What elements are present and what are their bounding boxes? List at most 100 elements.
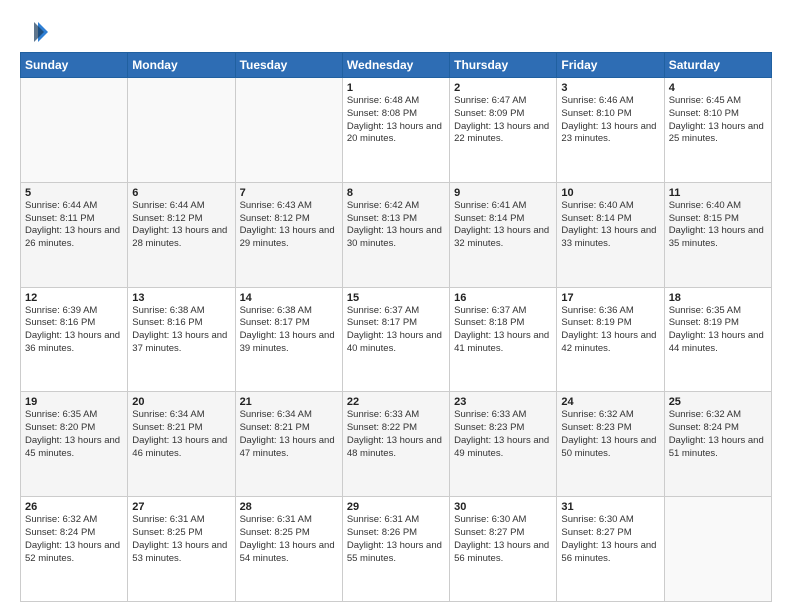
weekday-header-friday: Friday — [557, 53, 664, 78]
day-info: Sunrise: 6:31 AM Sunset: 8:26 PM Dayligh… — [347, 514, 445, 565]
calendar-cell: 29Sunrise: 6:31 AM Sunset: 8:26 PM Dayli… — [342, 497, 449, 602]
day-info: Sunrise: 6:32 AM Sunset: 8:24 PM Dayligh… — [25, 514, 123, 565]
calendar-cell: 10Sunrise: 6:40 AM Sunset: 8:14 PM Dayli… — [557, 182, 664, 287]
day-info: Sunrise: 6:40 AM Sunset: 8:15 PM Dayligh… — [669, 200, 767, 251]
day-number: 9 — [454, 187, 552, 199]
calendar-cell: 13Sunrise: 6:38 AM Sunset: 8:16 PM Dayli… — [128, 287, 235, 392]
calendar-cell: 18Sunrise: 6:35 AM Sunset: 8:19 PM Dayli… — [664, 287, 771, 392]
day-number: 22 — [347, 396, 445, 408]
calendar-cell: 14Sunrise: 6:38 AM Sunset: 8:17 PM Dayli… — [235, 287, 342, 392]
day-number: 13 — [132, 292, 230, 304]
week-row-5: 26Sunrise: 6:32 AM Sunset: 8:24 PM Dayli… — [21, 497, 772, 602]
day-number: 11 — [669, 187, 767, 199]
day-number: 24 — [561, 396, 659, 408]
calendar-cell: 31Sunrise: 6:30 AM Sunset: 8:27 PM Dayli… — [557, 497, 664, 602]
day-number: 1 — [347, 82, 445, 94]
day-number: 3 — [561, 82, 659, 94]
calendar-cell: 12Sunrise: 6:39 AM Sunset: 8:16 PM Dayli… — [21, 287, 128, 392]
calendar-cell: 8Sunrise: 6:42 AM Sunset: 8:13 PM Daylig… — [342, 182, 449, 287]
day-number: 4 — [669, 82, 767, 94]
day-info: Sunrise: 6:38 AM Sunset: 8:16 PM Dayligh… — [132, 305, 230, 356]
calendar-table: SundayMondayTuesdayWednesdayThursdayFrid… — [20, 52, 772, 602]
day-number: 23 — [454, 396, 552, 408]
day-number: 12 — [25, 292, 123, 304]
weekday-header-saturday: Saturday — [664, 53, 771, 78]
day-number: 30 — [454, 501, 552, 513]
day-number: 7 — [240, 187, 338, 199]
day-number: 16 — [454, 292, 552, 304]
day-number: 28 — [240, 501, 338, 513]
week-row-4: 19Sunrise: 6:35 AM Sunset: 8:20 PM Dayli… — [21, 392, 772, 497]
day-info: Sunrise: 6:43 AM Sunset: 8:12 PM Dayligh… — [240, 200, 338, 251]
day-info: Sunrise: 6:35 AM Sunset: 8:20 PM Dayligh… — [25, 409, 123, 460]
day-info: Sunrise: 6:41 AM Sunset: 8:14 PM Dayligh… — [454, 200, 552, 251]
day-info: Sunrise: 6:30 AM Sunset: 8:27 PM Dayligh… — [561, 514, 659, 565]
calendar-cell: 2Sunrise: 6:47 AM Sunset: 8:09 PM Daylig… — [450, 78, 557, 183]
weekday-header-sunday: Sunday — [21, 53, 128, 78]
calendar-cell: 25Sunrise: 6:32 AM Sunset: 8:24 PM Dayli… — [664, 392, 771, 497]
day-number: 29 — [347, 501, 445, 513]
day-info: Sunrise: 6:35 AM Sunset: 8:19 PM Dayligh… — [669, 305, 767, 356]
calendar-cell: 20Sunrise: 6:34 AM Sunset: 8:21 PM Dayli… — [128, 392, 235, 497]
day-info: Sunrise: 6:47 AM Sunset: 8:09 PM Dayligh… — [454, 95, 552, 146]
calendar-cell: 17Sunrise: 6:36 AM Sunset: 8:19 PM Dayli… — [557, 287, 664, 392]
day-info: Sunrise: 6:31 AM Sunset: 8:25 PM Dayligh… — [240, 514, 338, 565]
day-number: 6 — [132, 187, 230, 199]
calendar-cell: 28Sunrise: 6:31 AM Sunset: 8:25 PM Dayli… — [235, 497, 342, 602]
calendar-cell — [128, 78, 235, 183]
day-number: 18 — [669, 292, 767, 304]
day-number: 5 — [25, 187, 123, 199]
header — [20, 18, 772, 46]
day-info: Sunrise: 6:32 AM Sunset: 8:23 PM Dayligh… — [561, 409, 659, 460]
calendar-cell: 26Sunrise: 6:32 AM Sunset: 8:24 PM Dayli… — [21, 497, 128, 602]
calendar-cell: 4Sunrise: 6:45 AM Sunset: 8:10 PM Daylig… — [664, 78, 771, 183]
day-number: 31 — [561, 501, 659, 513]
calendar-cell: 6Sunrise: 6:44 AM Sunset: 8:12 PM Daylig… — [128, 182, 235, 287]
day-number: 8 — [347, 187, 445, 199]
day-number: 14 — [240, 292, 338, 304]
calendar-cell: 15Sunrise: 6:37 AM Sunset: 8:17 PM Dayli… — [342, 287, 449, 392]
calendar-cell: 19Sunrise: 6:35 AM Sunset: 8:20 PM Dayli… — [21, 392, 128, 497]
day-number: 20 — [132, 396, 230, 408]
day-info: Sunrise: 6:38 AM Sunset: 8:17 PM Dayligh… — [240, 305, 338, 356]
calendar-cell: 16Sunrise: 6:37 AM Sunset: 8:18 PM Dayli… — [450, 287, 557, 392]
weekday-header-thursday: Thursday — [450, 53, 557, 78]
day-info: Sunrise: 6:33 AM Sunset: 8:22 PM Dayligh… — [347, 409, 445, 460]
day-info: Sunrise: 6:33 AM Sunset: 8:23 PM Dayligh… — [454, 409, 552, 460]
day-info: Sunrise: 6:46 AM Sunset: 8:10 PM Dayligh… — [561, 95, 659, 146]
calendar-cell: 21Sunrise: 6:34 AM Sunset: 8:21 PM Dayli… — [235, 392, 342, 497]
day-number: 26 — [25, 501, 123, 513]
week-row-3: 12Sunrise: 6:39 AM Sunset: 8:16 PM Dayli… — [21, 287, 772, 392]
calendar-cell: 22Sunrise: 6:33 AM Sunset: 8:22 PM Dayli… — [342, 392, 449, 497]
day-info: Sunrise: 6:42 AM Sunset: 8:13 PM Dayligh… — [347, 200, 445, 251]
day-info: Sunrise: 6:48 AM Sunset: 8:08 PM Dayligh… — [347, 95, 445, 146]
weekday-header-tuesday: Tuesday — [235, 53, 342, 78]
week-row-2: 5Sunrise: 6:44 AM Sunset: 8:11 PM Daylig… — [21, 182, 772, 287]
calendar-cell: 3Sunrise: 6:46 AM Sunset: 8:10 PM Daylig… — [557, 78, 664, 183]
day-info: Sunrise: 6:44 AM Sunset: 8:11 PM Dayligh… — [25, 200, 123, 251]
day-info: Sunrise: 6:45 AM Sunset: 8:10 PM Dayligh… — [669, 95, 767, 146]
week-row-1: 1Sunrise: 6:48 AM Sunset: 8:08 PM Daylig… — [21, 78, 772, 183]
day-info: Sunrise: 6:34 AM Sunset: 8:21 PM Dayligh… — [240, 409, 338, 460]
page: SundayMondayTuesdayWednesdayThursdayFrid… — [0, 0, 792, 612]
day-info: Sunrise: 6:34 AM Sunset: 8:21 PM Dayligh… — [132, 409, 230, 460]
day-number: 2 — [454, 82, 552, 94]
calendar-cell: 11Sunrise: 6:40 AM Sunset: 8:15 PM Dayli… — [664, 182, 771, 287]
weekday-header-wednesday: Wednesday — [342, 53, 449, 78]
calendar-cell: 9Sunrise: 6:41 AM Sunset: 8:14 PM Daylig… — [450, 182, 557, 287]
day-info: Sunrise: 6:36 AM Sunset: 8:19 PM Dayligh… — [561, 305, 659, 356]
day-info: Sunrise: 6:31 AM Sunset: 8:25 PM Dayligh… — [132, 514, 230, 565]
day-number: 17 — [561, 292, 659, 304]
calendar-cell — [21, 78, 128, 183]
weekday-header-row: SundayMondayTuesdayWednesdayThursdayFrid… — [21, 53, 772, 78]
weekday-header-monday: Monday — [128, 53, 235, 78]
calendar-cell — [664, 497, 771, 602]
day-number: 15 — [347, 292, 445, 304]
calendar-cell: 24Sunrise: 6:32 AM Sunset: 8:23 PM Dayli… — [557, 392, 664, 497]
day-number: 10 — [561, 187, 659, 199]
calendar-cell: 1Sunrise: 6:48 AM Sunset: 8:08 PM Daylig… — [342, 78, 449, 183]
day-info: Sunrise: 6:39 AM Sunset: 8:16 PM Dayligh… — [25, 305, 123, 356]
day-info: Sunrise: 6:40 AM Sunset: 8:14 PM Dayligh… — [561, 200, 659, 251]
day-info: Sunrise: 6:44 AM Sunset: 8:12 PM Dayligh… — [132, 200, 230, 251]
day-info: Sunrise: 6:37 AM Sunset: 8:17 PM Dayligh… — [347, 305, 445, 356]
